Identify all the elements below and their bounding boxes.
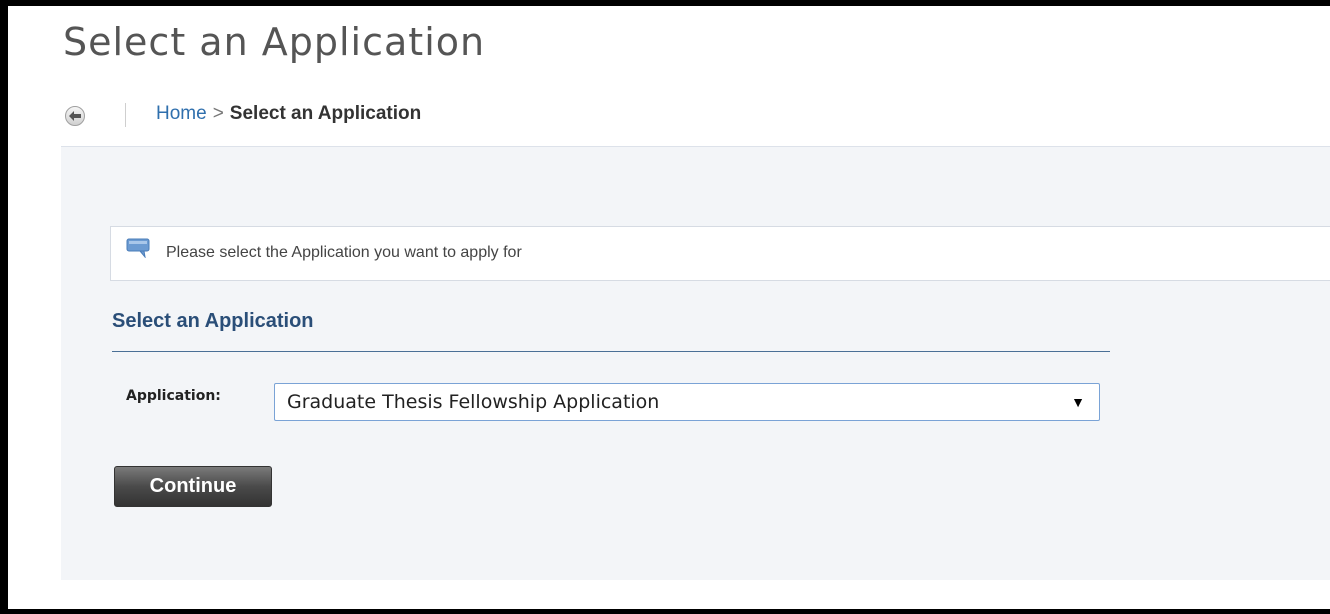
speech-bubble-icon	[126, 238, 150, 263]
breadcrumb: Home > Select an Application	[156, 103, 421, 125]
info-message-text: Please select the Application you want t…	[166, 244, 522, 261]
section-divider	[112, 351, 1110, 352]
breadcrumb-home-link[interactable]: Home	[156, 103, 207, 124]
back-arrow-icon	[69, 111, 81, 121]
back-button[interactable]	[65, 106, 85, 126]
chevron-down-icon: ▼	[1071, 394, 1085, 410]
content-panel	[61, 146, 1330, 580]
info-message-box: Please select the Application you want t…	[110, 226, 1330, 281]
breadcrumb-current: Select an Application	[229, 103, 422, 124]
application-label: Application:	[126, 388, 221, 404]
application-select[interactable]: Graduate Thesis Fellowship Application ▼	[274, 383, 1100, 421]
breadcrumb-separator: >	[212, 103, 224, 124]
application-frame: Select an Application Home > Select an App…	[0, 0, 1330, 614]
application-select-value: Graduate Thesis Fellowship Application	[287, 391, 660, 413]
section-heading: Select an Application	[112, 310, 314, 332]
continue-button[interactable]: Continue	[114, 466, 272, 507]
page-title: Select an Application	[63, 20, 486, 64]
breadcrumb-divider	[125, 103, 126, 127]
